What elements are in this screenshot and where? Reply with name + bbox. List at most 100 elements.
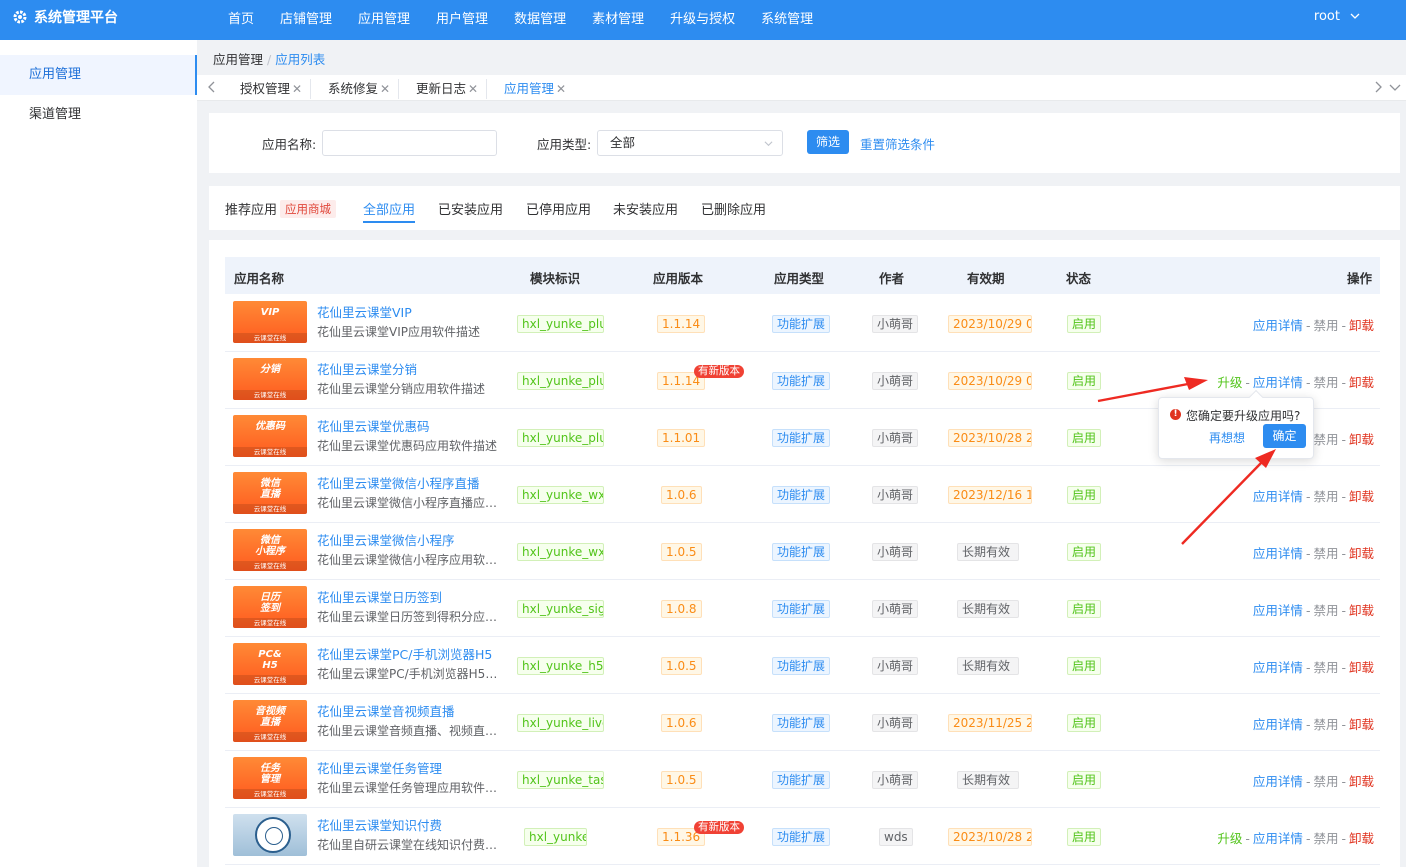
uninstall-link[interactable]: 卸载 xyxy=(1349,831,1374,846)
disable-link[interactable]: 禁用 xyxy=(1313,660,1338,675)
upgrade-link[interactable]: 升级 xyxy=(1217,831,1242,846)
filter-button[interactable]: 筛选 xyxy=(807,130,850,154)
table-row: 花仙里云课堂知识付费 花仙里自研云课堂在线知识付费系统 hxl_yunke 1.1.3… xyxy=(225,808,1380,865)
disable-link[interactable]: 禁用 xyxy=(1313,432,1338,447)
nav-shop[interactable]: 店铺管理 xyxy=(267,8,345,27)
breadcrumb-parent[interactable]: 应用管理 xyxy=(213,52,263,67)
uninstall-link[interactable]: 卸载 xyxy=(1349,603,1374,618)
cat-deleted[interactable]: 已删除应用 xyxy=(701,199,766,218)
app-store-tag[interactable]: 应用商城 xyxy=(280,200,336,218)
uninstall-link[interactable]: 卸载 xyxy=(1349,318,1374,333)
app-name[interactable]: 花仙里云课堂微信小程序 xyxy=(317,530,455,549)
close-icon[interactable]: ✕ xyxy=(292,82,302,96)
cat-not-installed[interactable]: 未安装应用 xyxy=(613,199,678,218)
uninstall-link[interactable]: 卸载 xyxy=(1349,489,1374,504)
top-header: 系统管理平台 首页 店铺管理 应用管理 用户管理 数据管理 素材管理 升级与授权… xyxy=(0,0,1406,40)
app-name-input[interactable] xyxy=(322,130,497,156)
cat-installed[interactable]: 已安装应用 xyxy=(438,199,503,218)
close-icon[interactable]: ✕ xyxy=(468,82,478,96)
disable-link[interactable]: 禁用 xyxy=(1313,603,1338,618)
popconfirm-confirm-button[interactable]: 确定 xyxy=(1263,424,1306,448)
thumbnail-label: 优惠码 xyxy=(255,421,285,432)
app-name[interactable]: 花仙里云课堂优惠码 xyxy=(317,416,430,435)
nav-system[interactable]: 系统管理 xyxy=(748,8,826,27)
author-tag: 小萌哥 xyxy=(872,771,919,789)
app-detail-link[interactable]: 应用详情 xyxy=(1253,375,1303,390)
app-name[interactable]: 花仙里云课堂微信小程序直播 xyxy=(317,473,480,492)
uninstall-link[interactable]: 卸载 xyxy=(1349,432,1374,447)
status-badge: 启用 xyxy=(1067,372,1102,390)
warning-icon: ! xyxy=(1170,409,1181,420)
author-tag: 小萌哥 xyxy=(872,543,919,561)
version-tag: 1.0.5 xyxy=(661,543,702,561)
app-detail-link[interactable]: 应用详情 xyxy=(1253,831,1303,846)
tab-repair[interactable]: 系统修复 ✕ xyxy=(328,79,400,99)
close-icon[interactable]: ✕ xyxy=(380,82,390,96)
app-detail-link[interactable]: 应用详情 xyxy=(1253,660,1303,675)
app-name[interactable]: 花仙里云课堂日历签到 xyxy=(317,587,442,606)
uninstall-link[interactable]: 卸载 xyxy=(1349,717,1374,732)
author-tag: 小萌哥 xyxy=(872,657,919,675)
uninstall-link[interactable]: 卸载 xyxy=(1349,375,1374,390)
reset-filter-link[interactable]: 重置筛选条件 xyxy=(860,134,935,153)
sidebar-item-apps[interactable]: 应用管理 xyxy=(0,55,197,95)
disable-link[interactable]: 禁用 xyxy=(1313,375,1338,390)
row-actions: 应用详情-禁用-卸载 xyxy=(1252,546,1374,561)
cat-disabled[interactable]: 已停用应用 xyxy=(526,199,591,218)
uninstall-link[interactable]: 卸载 xyxy=(1349,660,1374,675)
expire-tag: 长期有效 xyxy=(957,600,1019,618)
tab-changelog[interactable]: 更新日志 ✕ xyxy=(416,79,488,99)
app-name[interactable]: 花仙里云课堂知识付费 xyxy=(317,815,442,834)
uninstall-link[interactable]: 卸载 xyxy=(1349,774,1374,789)
col-expire: 有效期 xyxy=(967,271,1005,286)
tab-auth[interactable]: 授权管理 ✕ xyxy=(240,79,312,99)
disable-link[interactable]: 禁用 xyxy=(1313,546,1338,561)
nav-assets[interactable]: 素材管理 xyxy=(579,8,657,27)
app-name[interactable]: 花仙里云课堂VIP xyxy=(317,302,412,321)
cat-recommended[interactable]: 推荐应用 xyxy=(225,199,277,218)
app-detail-link[interactable]: 应用详情 xyxy=(1253,546,1303,561)
disable-link[interactable]: 禁用 xyxy=(1313,774,1338,789)
uninstall-link[interactable]: 卸载 xyxy=(1349,546,1374,561)
thumbnail-label: 音视频 直播 xyxy=(255,706,285,728)
app-name[interactable]: 花仙里云课堂任务管理 xyxy=(317,758,442,777)
author-tag: wds xyxy=(879,828,913,846)
app-detail-link[interactable]: 应用详情 xyxy=(1253,489,1303,504)
status-badge: 启用 xyxy=(1067,771,1102,789)
user-menu[interactable]: root xyxy=(1314,0,1360,32)
nav-apps[interactable]: 应用管理 xyxy=(345,8,423,27)
disable-link[interactable]: 禁用 xyxy=(1313,318,1338,333)
app-name[interactable]: 花仙里云课堂音视频直播 xyxy=(317,701,455,720)
app-detail-link[interactable]: 应用详情 xyxy=(1253,603,1303,618)
version-tag: 1.0.5 xyxy=(661,657,702,675)
sidebar-item-channels[interactable]: 渠道管理 xyxy=(0,95,197,135)
expire-tag: 2023/10/28 20:00 xyxy=(948,828,1032,846)
brand[interactable]: 系统管理平台 xyxy=(12,0,118,34)
upgrade-link[interactable]: 升级 xyxy=(1217,375,1242,390)
status-badge: 启用 xyxy=(1067,486,1102,504)
disable-link[interactable]: 禁用 xyxy=(1313,717,1338,732)
chevron-down-icon[interactable] xyxy=(1388,80,1402,94)
app-name[interactable]: 花仙里云课堂分销 xyxy=(317,359,417,378)
app-detail-link[interactable]: 应用详情 xyxy=(1253,717,1303,732)
app-type-select[interactable]: 全部 xyxy=(597,130,783,156)
popconfirm-cancel-button[interactable]: 再想想 xyxy=(1209,429,1245,446)
type-tag: 功能扩展 xyxy=(772,372,831,390)
app-name[interactable]: 花仙里云课堂PC/手机浏览器H5 xyxy=(317,644,492,663)
nav-users[interactable]: 用户管理 xyxy=(423,8,501,27)
cat-all[interactable]: 全部应用 xyxy=(363,199,416,223)
author-tag: 小萌哥 xyxy=(872,315,919,333)
table-row: 微信 直播云课堂在线花仙里云课堂微信小程序直播花仙里云课堂微信小程序直播应用软件… xyxy=(225,466,1380,523)
disable-link[interactable]: 禁用 xyxy=(1313,489,1338,504)
chevron-right-icon[interactable] xyxy=(1371,80,1385,94)
nav-upgrade[interactable]: 升级与授权 xyxy=(657,8,748,27)
tab-app-manage[interactable]: 应用管理 ✕ xyxy=(504,79,574,99)
col-author: 作者 xyxy=(879,271,905,286)
nav-data[interactable]: 数据管理 xyxy=(501,8,579,27)
nav-home[interactable]: 首页 xyxy=(215,8,267,27)
app-detail-link[interactable]: 应用详情 xyxy=(1253,318,1303,333)
app-detail-link[interactable]: 应用详情 xyxy=(1253,774,1303,789)
disable-link[interactable]: 禁用 xyxy=(1313,831,1338,846)
close-icon[interactable]: ✕ xyxy=(556,82,566,96)
chevron-left-icon[interactable] xyxy=(205,80,219,94)
